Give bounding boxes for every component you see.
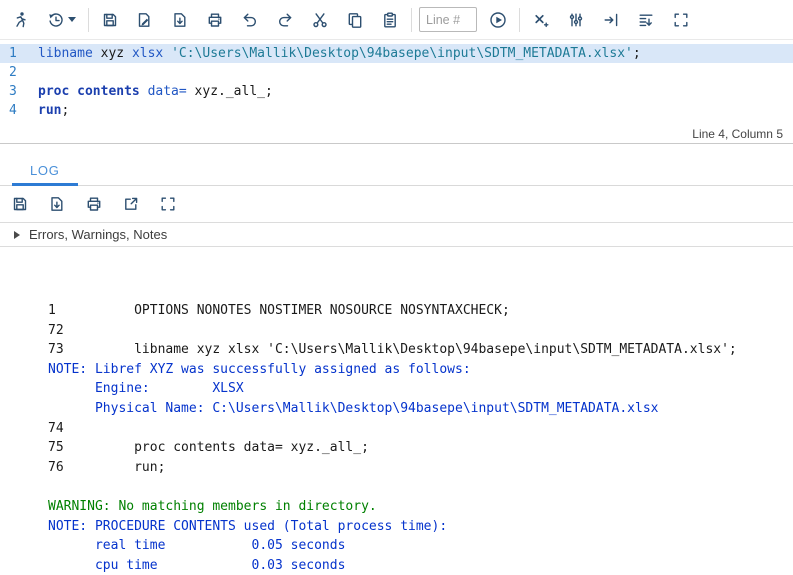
log-messages-toggle[interactable]: Errors, Warnings, Notes — [0, 222, 793, 247]
maximize-view-button[interactable] — [667, 6, 695, 34]
paste-button[interactable] — [376, 6, 404, 34]
log-line: 74 — [48, 420, 135, 436]
code-text: proc contents data= xyz._all_; — [38, 84, 273, 99]
sas-studio-window: 1 libname xyz xlsx 'C:\Users\Mallik\Deskt… — [0, 0, 793, 575]
paste-icon — [384, 12, 396, 27]
log-content: 1 OPTIONS NONOTES NOSTIMER NOSOURCE NOSY… — [0, 247, 793, 575]
log-tab-bar: LOG — [0, 156, 793, 186]
tab-log[interactable]: LOG — [12, 157, 78, 186]
maximize-view-icon — [674, 13, 688, 26]
redo-button[interactable] — [271, 6, 299, 34]
format-code-icon — [569, 13, 583, 26]
log-line: 72 — [48, 322, 135, 338]
open-new-window-button[interactable] — [117, 190, 145, 218]
indent-icon — [604, 13, 618, 26]
line-number: 4 — [9, 103, 17, 118]
chevron-right-icon — [14, 230, 20, 239]
log-line: Physical Name: C:\Users\Mallik\Desktop\9… — [48, 400, 659, 416]
code-text: libname xyz xlsx 'C:\Users\Mallik\Deskto… — [38, 46, 641, 61]
log-line: real time 0.05 seconds — [48, 538, 346, 554]
code-outline-button[interactable] — [632, 6, 660, 34]
save-as-button[interactable] — [131, 6, 159, 34]
cut-button[interactable] — [306, 6, 334, 34]
save-log-icon — [13, 197, 27, 211]
log-toolbar — [0, 186, 793, 222]
clear-code-button[interactable] — [527, 6, 555, 34]
code-line[interactable]: 1 libname xyz xlsx 'C:\Users\Mallik\Deskt… — [0, 44, 793, 63]
log-line: Engine: XLSX — [48, 381, 244, 397]
download-icon — [174, 12, 186, 27]
print-button[interactable] — [201, 6, 229, 34]
log-line: cpu time 0.03 seconds — [48, 557, 346, 573]
toolbar-separator — [519, 7, 520, 32]
line-number-input[interactable] — [419, 7, 477, 32]
save-log-button[interactable] — [6, 190, 34, 218]
undo-icon — [243, 13, 256, 26]
code-outline-icon — [639, 14, 653, 26]
redo-icon — [279, 13, 292, 26]
chevron-down-icon — [67, 17, 76, 22]
log-line: 1 OPTIONS NONOTES NOSTIMER NOSOURCE NOSY… — [48, 303, 510, 318]
maximize-view-icon — [161, 197, 175, 211]
code-line[interactable]: 4 run; — [0, 101, 793, 120]
undo-button[interactable] — [236, 6, 264, 34]
save-button[interactable] — [96, 6, 124, 34]
cursor-position-label: Line 4, Column 5 — [692, 126, 783, 141]
running-man-icon — [16, 11, 26, 27]
log-messages-label: Errors, Warnings, Notes — [29, 227, 168, 242]
editor-lines: 1 libname xyz xlsx 'C:\Users\Mallik\Deskt… — [0, 44, 793, 120]
log-line: NOTE: Libref XYZ was successfully assign… — [48, 361, 471, 377]
download-button[interactable] — [166, 6, 194, 34]
log-line: 73 libname xyz xlsx 'C:\Users\Mallik\Des… — [48, 342, 737, 358]
toolbar-separator — [411, 7, 412, 32]
code-line[interactable]: 3 proc contents data= xyz._all_; — [0, 82, 793, 101]
print-icon — [208, 13, 222, 27]
code-text: run; — [38, 103, 70, 118]
save-icon — [103, 13, 117, 26]
editor-status-bar: Line 4, Column 5 — [0, 124, 793, 144]
go-to-line-button[interactable] — [484, 6, 512, 34]
submission-history-icon — [48, 12, 63, 27]
format-code-button[interactable] — [562, 6, 590, 34]
print-log-button[interactable] — [80, 190, 108, 218]
toolbar-separator — [88, 7, 89, 32]
indent-button[interactable] — [597, 6, 625, 34]
log-line: NOTE: PROCEDURE CONTENTS used (Total pro… — [48, 518, 448, 534]
download-log-button[interactable] — [43, 190, 71, 218]
submission-history-button[interactable] — [41, 6, 81, 34]
save-as-icon — [138, 12, 150, 27]
cut-icon — [313, 12, 327, 27]
run-button[interactable] — [6, 6, 34, 34]
go-to-line-icon — [490, 11, 506, 28]
clear-code-icon — [535, 14, 549, 27]
download-log-icon — [51, 197, 63, 211]
editor-toolbar — [0, 0, 793, 40]
print-log-icon — [87, 197, 101, 211]
maximize-log-view-button[interactable] — [154, 190, 182, 218]
log-line: 76 run; — [48, 459, 166, 475]
copy-button[interactable] — [341, 6, 369, 34]
copy-icon — [348, 12, 362, 28]
log-line: WARNING: No matching members in director… — [48, 498, 377, 514]
line-number: 3 — [9, 84, 17, 99]
open-new-window-icon — [125, 197, 138, 210]
line-number: 2 — [9, 65, 17, 80]
code-editor[interactable]: 1 libname xyz xlsx 'C:\Users\Mallik\Deskt… — [0, 40, 793, 124]
code-line[interactable]: 2 — [0, 63, 793, 82]
line-number: 1 — [9, 46, 17, 61]
log-line: 75 proc contents data= xyz._all_; — [48, 440, 369, 456]
